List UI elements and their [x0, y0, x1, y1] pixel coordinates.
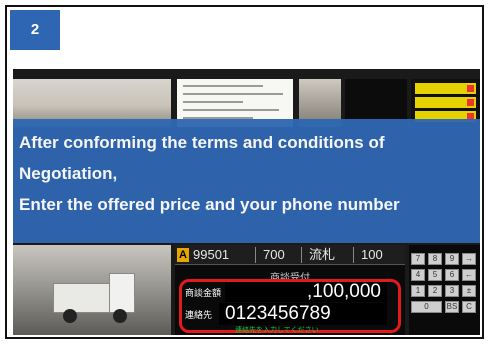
numeric-keypad: 7 8 9 → 4 5 6 ← 1 2 3 ± 0 BS C [409, 245, 480, 335]
divider [301, 247, 302, 263]
offered-price-input[interactable]: ,100,000 [225, 282, 387, 302]
phone-hint: 連絡先を入力してください [235, 327, 319, 334]
step-frame: 2 After conforming the terms and conditi… [5, 5, 484, 339]
phone-number-input[interactable]: 0123456789 [219, 303, 387, 325]
keypad-key-5[interactable]: 5 [428, 269, 442, 281]
keypad-key-3[interactable]: 3 [445, 285, 459, 297]
step-badge: 2 [10, 10, 60, 50]
keypad-key-left[interactable]: ← [462, 269, 476, 281]
vehicle-main-photo [13, 245, 171, 335]
keypad-key-backspace[interactable]: BS [445, 301, 459, 313]
instruction-line-2: Negotiation, [19, 164, 118, 183]
truck-cab-shape [109, 273, 135, 313]
instruction-line-3: Enter the offered price and your phone n… [19, 195, 400, 214]
auction-screen: After conforming the terms and condition… [13, 69, 480, 335]
lot-info-row: A 99501 700 流札 100 [175, 245, 405, 265]
keypad-key-0[interactable]: 0 [411, 301, 442, 313]
lot-start-price: 700 [263, 247, 285, 262]
keypad-key-sign[interactable]: ± [462, 285, 476, 297]
divider [255, 247, 256, 263]
keypad-key-8[interactable]: 8 [428, 253, 442, 265]
keypad-key-right[interactable]: → [462, 253, 476, 265]
truck-wheel-icon [63, 309, 77, 323]
divider [353, 247, 354, 263]
price-label: 商談金額 [185, 288, 222, 298]
phone-label: 連絡先 [185, 310, 213, 320]
lot-final-price: 100 [361, 247, 383, 262]
instruction-line-1: After conforming the terms and condition… [19, 133, 385, 152]
keypad-key-4[interactable]: 4 [411, 269, 425, 281]
lot-tag: A [177, 248, 189, 262]
truck-wheel-icon [113, 309, 127, 323]
negotiation-panel: A 99501 700 流札 100 商談受付 商談金額 ,100,000 連絡… [175, 245, 405, 335]
lot-result: 流札 [309, 247, 336, 262]
keypad-key-9[interactable]: 9 [445, 253, 459, 265]
keypad-key-6[interactable]: 6 [445, 269, 459, 281]
keypad-key-7[interactable]: 7 [411, 253, 425, 265]
keypad-key-1[interactable]: 1 [411, 285, 425, 297]
instruction-banner: After conforming the terms and condition… [13, 119, 480, 243]
lot-number: 99501 [193, 247, 230, 262]
keypad-key-clear[interactable]: C [462, 301, 476, 313]
keypad-key-2[interactable]: 2 [428, 285, 442, 297]
